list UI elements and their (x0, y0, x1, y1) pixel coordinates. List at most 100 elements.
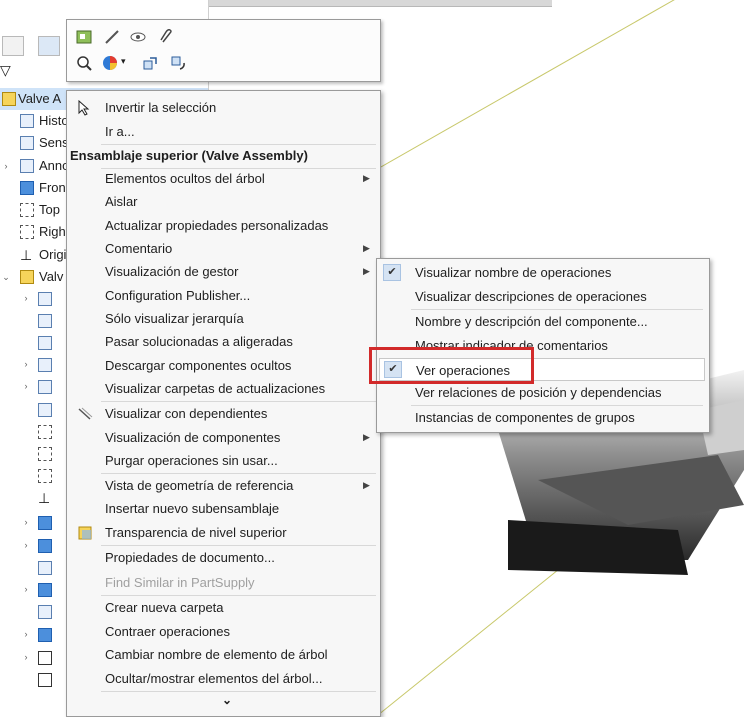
highlight-box (369, 347, 534, 384)
menu-item-label: Ocultar/mostrar elementos del árbol... (105, 671, 323, 686)
tab-feature-manager[interactable] (2, 36, 24, 56)
menu-item-collapse[interactable]: Contraer operaciones (67, 620, 380, 643)
submenu-item-show-feature-names[interactable]: ✔ Visualizar nombre de operaciones (377, 261, 709, 284)
expand-icon[interactable]: › (22, 293, 30, 303)
menu-item-label: Visualización de componentes (105, 430, 281, 445)
origin-icon: ⊥ (38, 490, 51, 506)
rotate-icon[interactable] (169, 54, 187, 72)
dependents-icon (77, 406, 93, 422)
expand-icon[interactable]: › (22, 381, 30, 391)
submenu-item-view-mates[interactable]: Ver relaciones de posición y dependencia… (377, 381, 709, 404)
more-chevron-icon[interactable]: ⌄ (217, 693, 237, 707)
menu-item-top-transparency[interactable]: Transparencia de nivel superior (67, 521, 380, 544)
menu-item-update-props[interactable]: Actualizar propiedades personalizadas (67, 214, 380, 237)
menu-item-label: Sólo visualizar jerarquía (105, 311, 244, 326)
expand-icon[interactable]: › (22, 359, 30, 369)
tree-item-label: Anno (39, 158, 70, 173)
sensors-icon (38, 336, 52, 350)
menu-item-component-display[interactable]: Visualización de componentes ▶ (67, 426, 380, 449)
menu-separator (101, 691, 376, 692)
menu-item-label: Configuration Publisher... (105, 288, 251, 303)
rebuild-icon[interactable] (141, 54, 159, 72)
hide-icon[interactable] (103, 28, 121, 46)
collapse-icon[interactable]: ⌄ (2, 266, 10, 288)
menu-item-label: Visualización de gestor (105, 264, 239, 279)
tab-property-manager[interactable] (38, 36, 60, 56)
menu-item-label: Cambiar nombre de elemento de árbol (105, 647, 328, 662)
menu-item-rename[interactable]: Cambiar nombre de elemento de árbol (67, 643, 380, 666)
show-icon[interactable] (129, 28, 147, 46)
menu-item-unload-hidden[interactable]: Descargar componentes ocultos (67, 354, 380, 377)
submenu-item-label: Ver relaciones de posición y dependencia… (415, 385, 662, 400)
menu-item-label: Contraer operaciones (105, 624, 231, 639)
annotations-icon (20, 159, 34, 173)
submenu-item-label: Visualizar descripciones de operaciones (415, 289, 647, 304)
submenu-item-component-name[interactable]: Nombre y descripción del componente... (377, 310, 709, 333)
submenu-arrow-icon: ▶ (363, 266, 370, 276)
menu-header-label: Ensamblaje superior (Valve Assembly) (70, 148, 308, 163)
manager-display-submenu: ✔ Visualizar nombre de operaciones Visua… (376, 258, 710, 433)
menu-item-show-dependents[interactable]: Visualizar con dependientes (67, 402, 380, 425)
menu-item-config-publisher[interactable]: Configuration Publisher... (67, 284, 380, 307)
component-icon (38, 583, 52, 597)
menu-item-hide-show[interactable]: Ocultar/mostrar elementos del árbol... (67, 667, 380, 690)
dropdown-arrow-icon[interactable]: ▾ (121, 56, 126, 67)
subassembly-icon (20, 270, 34, 284)
menu-item-comment[interactable]: Comentario ▶ (67, 237, 380, 260)
plane-icon (38, 425, 52, 439)
submenu-arrow-icon: ▶ (363, 480, 370, 490)
menu-item-label: Comentario (105, 241, 173, 256)
expand-icon[interactable]: › (22, 517, 30, 527)
menu-item-hierarchy-only[interactable]: Sólo visualizar jerarquía (67, 307, 380, 330)
menu-item-label: Visualizar con dependientes (105, 406, 268, 421)
component-icon (38, 628, 52, 642)
menu-item-insert-subassembly[interactable]: Insertar nuevo subensamblaje (67, 497, 380, 520)
menu-item-hidden-tree[interactable]: Elementos ocultos del árbol ▶ (67, 167, 380, 190)
expand-icon[interactable]: › (22, 584, 30, 594)
menu-item-reference-geometry[interactable]: Vista de geometría de referencia ▶ (67, 474, 380, 497)
menu-item-goto[interactable]: Ir a... (67, 120, 380, 143)
cursor-select-icon (77, 100, 93, 116)
menu-item-new-folder[interactable]: Crear nueva carpeta (67, 596, 380, 619)
component-icon (38, 539, 52, 553)
menu-item-set-lightweight[interactable]: Pasar solucionadas a aligeradas (67, 330, 380, 353)
menu-item-label: Pasar solucionadas a aligeradas (105, 334, 293, 349)
menu-item-label: Invertir la selección (105, 100, 217, 115)
plane-icon (38, 447, 52, 461)
part-icon (38, 292, 52, 306)
menu-item-purge-unused[interactable]: Purgar operaciones sin usar... (67, 449, 380, 472)
menu-item-show-update-folders[interactable]: Visualizar carpetas de actualizaciones (67, 377, 380, 400)
expand-icon[interactable]: › (22, 629, 30, 639)
expand-icon[interactable]: › (22, 540, 30, 550)
history-icon (38, 314, 52, 328)
appearance-icon[interactable] (101, 54, 119, 72)
zoom-icon[interactable] (75, 54, 93, 72)
menu-item-label: Descargar componentes ocultos (105, 358, 292, 373)
front-plane-icon (20, 181, 34, 195)
expand-icon[interactable]: › (2, 155, 10, 177)
submenu-item-group-instances[interactable]: Instancias de componentes de grupos (377, 406, 709, 429)
menu-item-label: Ir a... (105, 124, 135, 139)
tree-item-label: Origi (39, 247, 67, 262)
menu-item-isolate[interactable]: Aislar (67, 190, 380, 213)
attach-icon[interactable] (157, 28, 175, 46)
right-plane-icon (20, 225, 34, 239)
submenu-item-label: Nombre y descripción del componente... (415, 314, 648, 329)
menu-item-label: Purgar operaciones sin usar... (105, 453, 278, 468)
menu-item-label: Find Similar in PartSupply (105, 575, 255, 590)
menu-item-manager-display[interactable]: Visualización de gestor ▶ (67, 260, 380, 283)
submenu-item-show-feature-descriptions[interactable]: Visualizar descripciones de operaciones (377, 285, 709, 308)
menu-item-label: Insertar nuevo subensamblaje (105, 501, 280, 516)
context-toolbar: ▾ (66, 19, 381, 82)
feature-icon[interactable] (75, 28, 93, 46)
menu-item-doc-properties[interactable]: Propiedades de documento... (67, 546, 380, 569)
menu-item-label: Aislar (105, 194, 138, 209)
tree-item-label: Histo (39, 113, 69, 128)
top-plane-icon (20, 203, 34, 217)
history-icon (20, 114, 34, 128)
context-menu: Invertir la selección Ir a... Ensamblaje… (66, 90, 381, 717)
expand-icon[interactable]: › (22, 652, 30, 662)
menu-item-invert-selection[interactable]: Invertir la selección (67, 96, 380, 119)
submenu-item-label: Instancias de componentes de grupos (415, 410, 635, 425)
filter-icon[interactable]: ▽ (0, 62, 20, 82)
